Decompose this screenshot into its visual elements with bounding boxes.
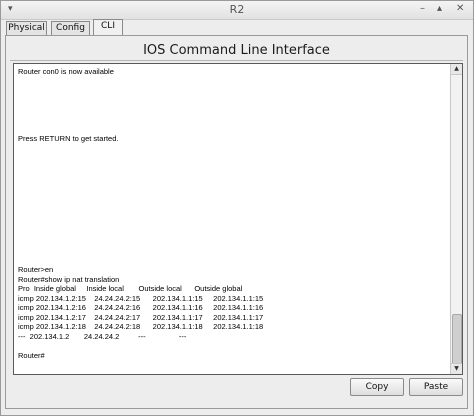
console-scrollbar[interactable]: ▲ ▼ xyxy=(450,64,462,374)
console-line: icmp 202.134.1.2:18 24.24.24.2:18 202.13… xyxy=(18,322,264,331)
console-line: icmp 202.134.1.2:16 24.24.24.2:16 202.13… xyxy=(18,303,264,312)
cli-console[interactable]: Router con0 is now available Press RETUR… xyxy=(13,63,463,375)
copy-button[interactable]: Copy xyxy=(350,378,404,396)
tab-cli[interactable]: CLI xyxy=(93,19,123,35)
console-line: Router>en xyxy=(18,265,54,274)
maximize-icon[interactable]: ▴ xyxy=(437,3,442,14)
close-icon[interactable]: ✕ xyxy=(456,3,464,14)
console-line: Router#show ip nat translation xyxy=(18,274,120,284)
scroll-down-icon[interactable]: ▼ xyxy=(451,363,462,374)
panel-title: IOS Command Line Interface xyxy=(143,43,330,58)
app-window: ▾ R2 – ▴ ✕ Physical Config CLI IOS Comma… xyxy=(0,0,474,416)
title-bar[interactable]: ▾ R2 – ▴ ✕ xyxy=(1,1,473,20)
console-output[interactable]: Router con0 is now available Press RETUR… xyxy=(18,64,444,374)
console-line: icmp 202.134.1.2:17 24.24.24.2:17 202.13… xyxy=(18,312,264,322)
console-line: icmp 202.134.1.2:15 24.24.24.2:15 202.13… xyxy=(18,293,264,303)
scroll-up-icon[interactable]: ▲ xyxy=(451,64,462,75)
cli-panel: IOS Command Line Interface Router con0 i… xyxy=(5,35,468,409)
minimize-icon[interactable]: – xyxy=(420,3,425,14)
console-line: Pro Inside global Inside local Outside l… xyxy=(18,284,243,293)
window-title: R2 xyxy=(229,3,245,16)
paste-button[interactable]: Paste xyxy=(409,378,463,396)
console-prompt: Router# xyxy=(18,351,45,360)
tab-config[interactable]: Config xyxy=(51,21,90,35)
tab-physical[interactable]: Physical xyxy=(6,21,47,35)
console-line: Press RETURN to get started. xyxy=(18,134,119,143)
console-line: --- 202.134.1.2 24.24.24.2 --- --- xyxy=(18,331,187,341)
scrollbar-thumb[interactable] xyxy=(452,314,462,366)
title-divider xyxy=(10,60,463,61)
console-line: Router con0 is now available xyxy=(18,67,114,76)
